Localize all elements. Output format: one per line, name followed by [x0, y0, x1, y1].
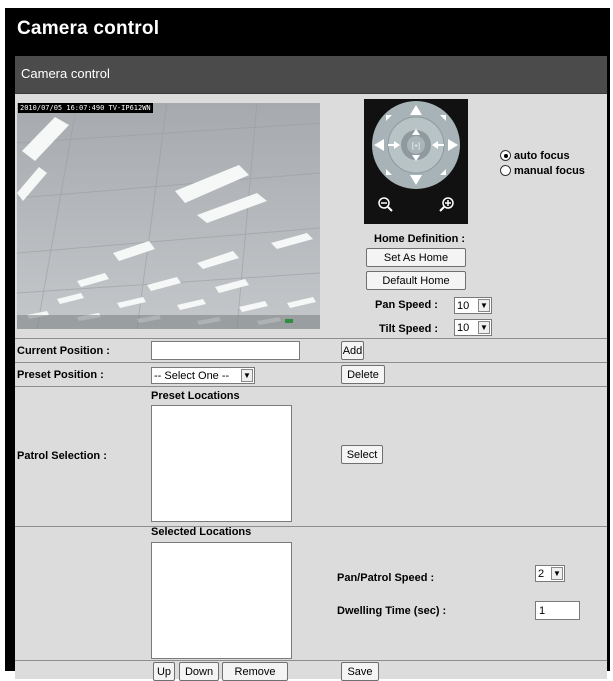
- chevron-down-icon: ▼: [478, 321, 490, 334]
- auto-focus-label: auto focus: [514, 149, 570, 162]
- dwelling-time-label: Dwelling Time (sec) :: [337, 605, 447, 617]
- video-timestamp: 2010/07/05 16:07:490 TV-IP612WN: [18, 103, 153, 113]
- remove-location-button[interactable]: Remove: [222, 662, 288, 681]
- selected-locations-title: Selected Locations: [151, 526, 252, 538]
- pan-speed-select[interactable]: 10 ▼: [454, 297, 492, 314]
- add-position-button[interactable]: Add: [341, 341, 364, 360]
- divider: [15, 526, 607, 527]
- pan-patrol-speed-select[interactable]: 2 ▼: [535, 565, 565, 582]
- delete-preset-button[interactable]: Delete: [341, 365, 385, 384]
- divider: [15, 660, 607, 661]
- auto-focus-radio[interactable]: [500, 150, 511, 161]
- patrol-selection-label: Patrol Selection :: [17, 450, 107, 462]
- camera-video-feed: 2010/07/05 16:07:490 TV-IP612WN: [17, 103, 320, 329]
- divider: [15, 338, 607, 339]
- app-title: Camera control: [17, 18, 160, 39]
- office-ceiling-image: [17, 103, 320, 329]
- set-as-home-button[interactable]: Set As Home: [366, 248, 466, 267]
- chevron-down-icon: ▼: [241, 369, 253, 382]
- window-frame: Camera control Camera control 2010/07/05…: [5, 8, 610, 681]
- divider: [15, 362, 607, 363]
- zoom-in-icon[interactable]: [439, 197, 454, 212]
- move-up-button[interactable]: Up: [153, 662, 175, 681]
- preset-locations-list[interactable]: [151, 405, 292, 522]
- save-button[interactable]: Save: [341, 662, 379, 681]
- selected-locations-list[interactable]: [151, 542, 292, 659]
- camera-control-panel: Camera control 2010/07/05 16:07:490 TV-I…: [15, 56, 607, 681]
- preset-position-value: -- Select One --: [154, 369, 230, 382]
- select-location-button[interactable]: Select: [341, 445, 383, 464]
- chevron-down-icon: ▼: [478, 299, 490, 312]
- tilt-speed-label: Tilt Speed :: [379, 323, 439, 335]
- current-position-label: Current Position :: [17, 345, 110, 357]
- ptz-center-home[interactable]: [+]: [412, 143, 420, 150]
- section-header: Camera control: [15, 56, 607, 94]
- manual-focus-radio[interactable]: [500, 165, 511, 176]
- chevron-down-icon: ▼: [551, 567, 563, 580]
- manual-focus-option[interactable]: manual focus: [500, 163, 585, 178]
- zoom-out-icon[interactable]: [378, 197, 393, 212]
- current-position-input[interactable]: [151, 341, 300, 360]
- section-title: Camera control: [21, 66, 110, 81]
- pan-speed-value: 10: [457, 299, 470, 312]
- ptz-control-pad[interactable]: [+]: [364, 99, 468, 224]
- tilt-speed-value: 10: [457, 321, 470, 334]
- dwelling-time-input[interactable]: 1: [535, 601, 580, 620]
- divider: [15, 386, 607, 387]
- tilt-speed-select[interactable]: 10 ▼: [454, 319, 492, 336]
- move-down-button[interactable]: Down: [179, 662, 219, 681]
- pan-speed-label: Pan Speed :: [375, 299, 438, 311]
- preset-position-select[interactable]: -- Select One -- ▼: [151, 367, 255, 384]
- pan-patrol-speed-label: Pan/Patrol Speed :: [337, 572, 435, 584]
- pan-patrol-speed-value: 2: [538, 567, 545, 580]
- default-home-button[interactable]: Default Home: [366, 271, 466, 290]
- home-definition-label: Home Definition :: [374, 233, 466, 245]
- focus-mode-group: auto focus manual focus: [500, 148, 585, 178]
- preset-position-label: Preset Position :: [17, 369, 104, 381]
- manual-focus-label: manual focus: [514, 164, 585, 177]
- auto-focus-option[interactable]: auto focus: [500, 148, 585, 163]
- preset-locations-title: Preset Locations: [151, 390, 240, 402]
